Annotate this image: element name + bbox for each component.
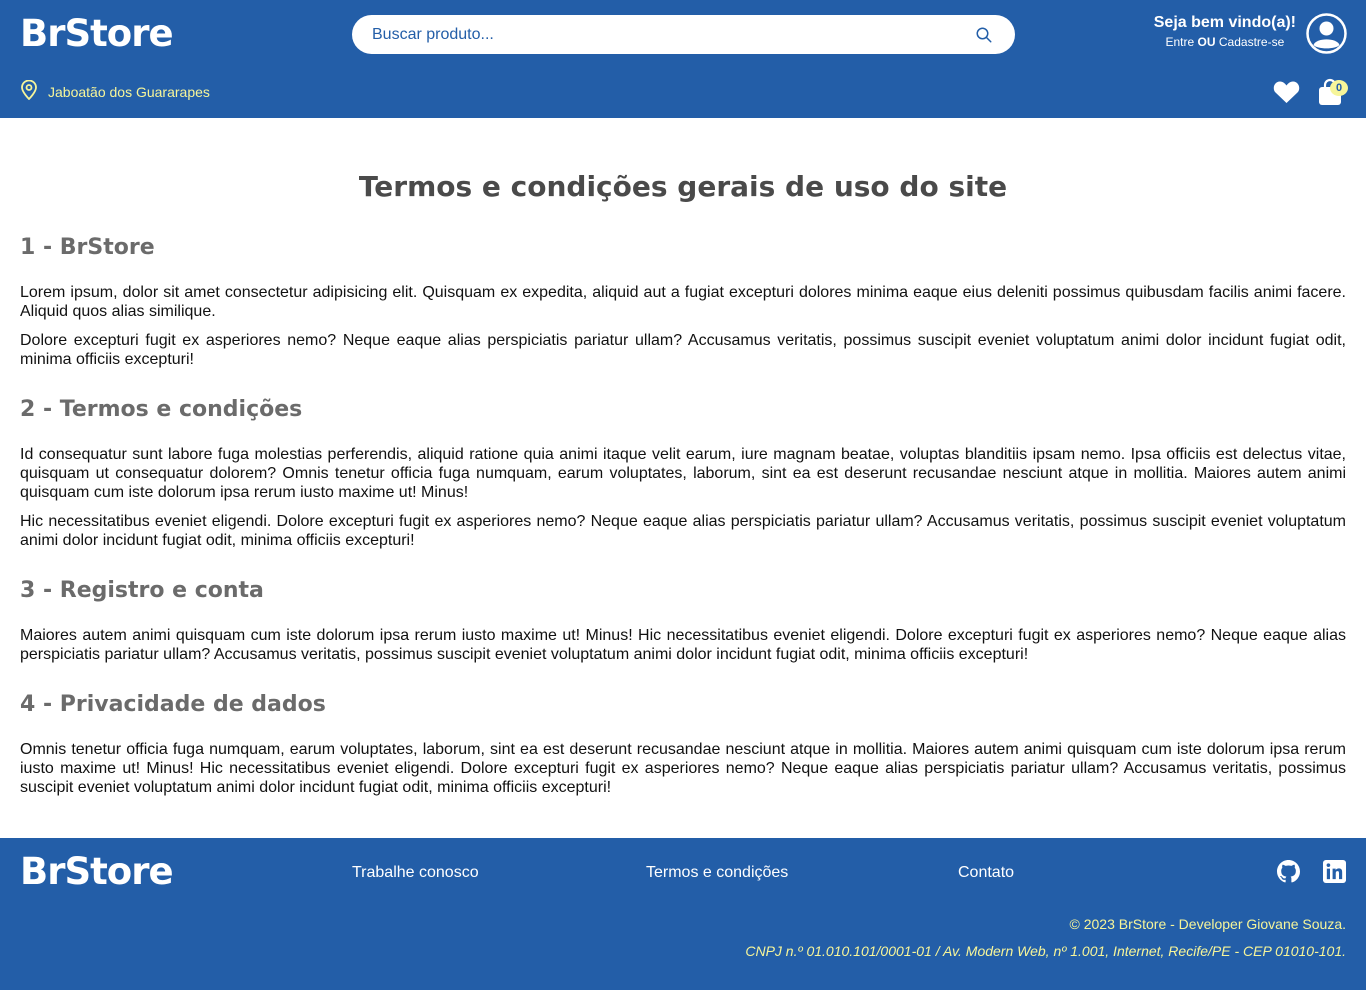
github-icon[interactable]	[1277, 860, 1300, 883]
terms-section: 1 - BrStore Lorem ipsum, dolor sit amet …	[20, 233, 1346, 369]
heart-icon[interactable]	[1273, 80, 1300, 104]
location-label: Jaboatão dos Guararapes	[48, 83, 210, 100]
copyright-text: © 2023 BrStore - Developer Giovane Souza…	[1069, 916, 1346, 932]
terms-section: 4 - Privacidade de dados Omnis tenetur o…	[20, 690, 1346, 797]
auth-links: Entre OU Cadastre-se	[1154, 35, 1296, 49]
cart-count-badge: 0	[1330, 80, 1348, 96]
footer-logo[interactable]: BrStore	[20, 850, 174, 893]
footer-link-work-with-us[interactable]: Trabalhe conosco	[352, 864, 479, 882]
site-footer: BrStore Trabalhe conosco Termos e condiç…	[0, 838, 1366, 990]
section-heading: 2 - Termos e condições	[20, 397, 303, 422]
search-bar	[352, 15, 1015, 54]
section-heading: 4 - Privacidade de dados	[20, 692, 326, 717]
section-paragraph: Maiores autem animi quisquam cum iste do…	[20, 627, 1346, 663]
footer-link-contact[interactable]: Contato	[958, 864, 1014, 882]
auth-or-text: OU	[1197, 35, 1216, 49]
terms-content: Termos e condições gerais de uso do site…	[0, 169, 1366, 797]
welcome-text: Seja bem vindo(a)!	[1153, 14, 1296, 31]
login-link[interactable]: Entre	[1166, 35, 1195, 49]
brand-logo[interactable]: BrStore	[20, 12, 174, 55]
location-selector[interactable]: Jaboatão dos Guararapes	[20, 79, 210, 103]
section-paragraph: Omnis tenetur officia fuga numquam, earu…	[20, 741, 1346, 796]
map-pin-icon	[20, 79, 38, 103]
site-header: BrStore Seja bem vindo(a)! Entre OU Cada…	[0, 0, 1366, 118]
linkedin-icon[interactable]	[1323, 860, 1346, 883]
user-circle-icon[interactable]	[1306, 13, 1347, 54]
section-paragraph: Hic necessitatibus eveniet eligendi. Dol…	[20, 513, 1346, 549]
signup-link[interactable]: Cadastre-se	[1219, 35, 1284, 49]
search-input[interactable]	[372, 25, 973, 44]
welcome-block: Seja bem vindo(a)! Entre OU Cadastre-se	[1154, 14, 1296, 49]
company-info-text: CNPJ n.º 01.010.101/0001-01 / Av. Modern…	[745, 943, 1346, 959]
search-icon[interactable]	[973, 24, 995, 46]
page-title: Termos e condições gerais de uso do site	[358, 170, 1008, 203]
footer-link-terms[interactable]: Termos e condições	[646, 864, 788, 882]
section-paragraph: Lorem ipsum, dolor sit amet consectetur …	[20, 284, 1346, 320]
section-heading: 1 - BrStore	[20, 235, 155, 260]
section-paragraph: Dolore excepturi fugit ex asperiores nem…	[20, 332, 1346, 368]
section-paragraph: Id consequatur sunt labore fuga molestia…	[20, 446, 1346, 501]
terms-section: 3 - Registro e conta Maiores autem animi…	[20, 576, 1346, 664]
section-heading: 3 - Registro e conta	[20, 578, 264, 603]
terms-section: 2 - Termos e condições Id consequatur su…	[20, 395, 1346, 550]
